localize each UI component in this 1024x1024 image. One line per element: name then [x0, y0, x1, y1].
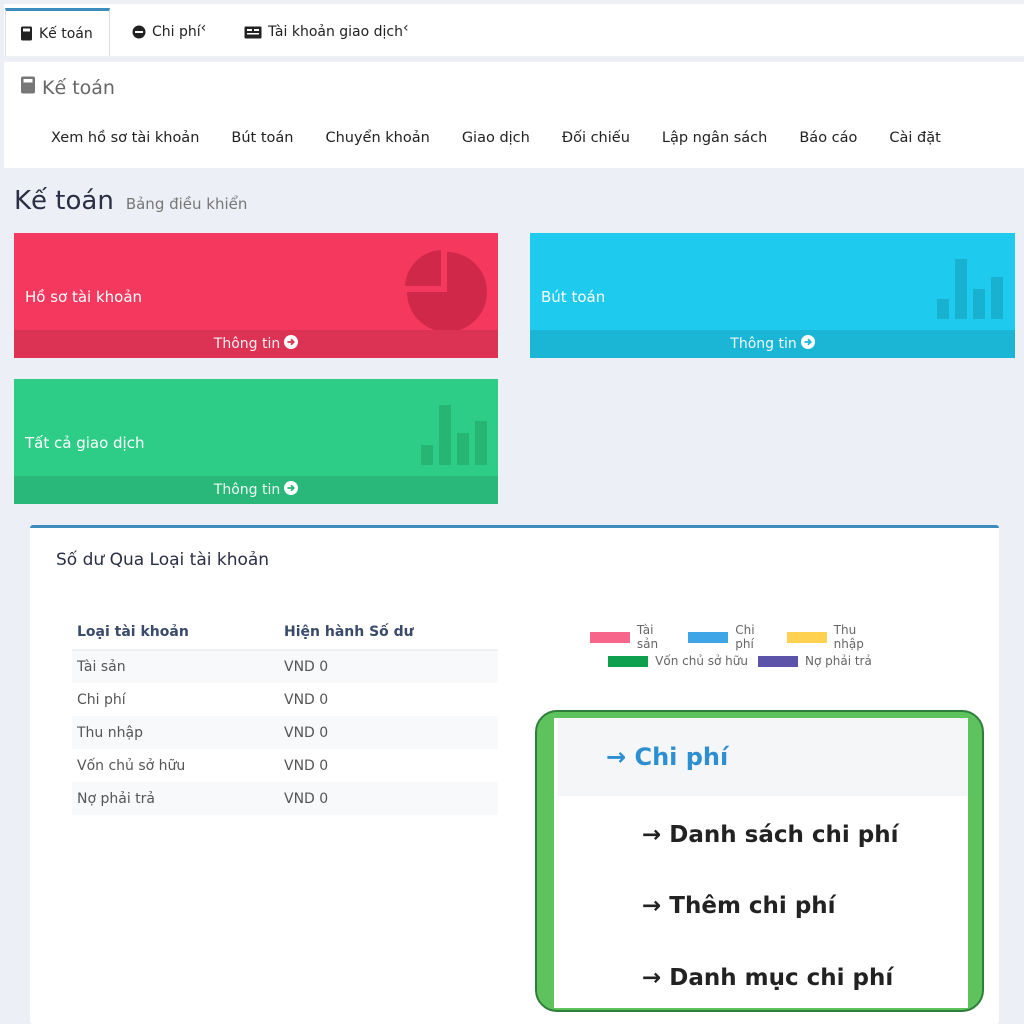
arrow-circle-right-icon — [800, 335, 815, 353]
legend-item[interactable]: Thu nhập — [786, 623, 890, 651]
tab-tai-khoan-giao-dich[interactable]: Tài khoản giao dịch ‹ — [230, 8, 423, 56]
menu-item-but-toan[interactable]: Bút toán — [231, 130, 293, 146]
tab-label: Kế toán — [39, 25, 93, 42]
tab-chi-phi[interactable]: Chi phí ‹ — [118, 8, 220, 56]
card-label: Tất cả giao dịch — [25, 434, 145, 452]
top-tab-bar: Kế toán Chi phí ‹ Tài khoản giao dịch ‹ — [0, 0, 1024, 56]
menu-item-bao-cao[interactable]: Báo cáo — [799, 130, 857, 146]
box-title: Số dư Qua Loại tài khoản — [56, 550, 270, 570]
card-label: Bút toán — [541, 288, 606, 306]
book-icon — [20, 76, 36, 99]
chi-phi-dropdown: → Chi phí → Danh sách chi phí → Thêm chi… — [535, 710, 984, 1012]
account-balance: VND 0 — [279, 782, 498, 815]
legend-item[interactable]: Vốn chủ sở hữu — [608, 654, 748, 668]
dropdown-panel: → Chi phí → Danh sách chi phí → Thêm chi… — [554, 718, 968, 1008]
page-title: Kế toán — [14, 186, 114, 216]
arrow-circle-right-icon — [284, 481, 299, 499]
account-type: Nợ phải trả — [72, 782, 279, 815]
module-header: Kế toán Xem hồ sơ tài khoản Bút toán Chu… — [4, 62, 1024, 168]
legend-item[interactable]: Nợ phải trả — [757, 654, 872, 668]
id-card-icon — [244, 26, 262, 39]
bar-chart-icon — [937, 259, 1003, 319]
card-footer-link[interactable]: Thông tin — [14, 330, 498, 358]
table-row: Thu nhập VND 0 — [72, 716, 498, 749]
page-heading: Kế toán Bảng điều khiển — [14, 186, 247, 216]
menu-item-giao-dich[interactable]: Giao dịch — [462, 130, 530, 146]
account-type: Chi phí — [77, 691, 126, 708]
legend-swatch — [590, 631, 630, 643]
column-header: Loại tài khoản — [72, 614, 279, 651]
tab-label: Chi phí — [152, 24, 201, 40]
module-menu: Xem hồ sơ tài khoản Bút toán Chuyển khoả… — [51, 130, 973, 146]
menu-item-chuyen-khoan[interactable]: Chuyển khoản — [325, 130, 429, 146]
module-title: Kế toán — [20, 76, 115, 99]
tab-label: Tài khoản giao dịch — [268, 24, 404, 40]
legend-swatch — [688, 631, 729, 643]
account-balance: VND 0 — [279, 650, 498, 683]
chevron-left-icon: ‹ — [200, 20, 207, 36]
chart-legend: Tài sản Chi phí Thu nhập Vốn chủ sở hữu … — [590, 623, 890, 673]
legend-item[interactable]: Chi phí — [688, 623, 776, 651]
pie-chart-icon — [405, 250, 487, 332]
menu-item-danh-muc-chi-phi[interactable]: → Danh mục chi phí — [642, 965, 893, 991]
account-type: Tài sản — [72, 650, 279, 683]
legend-item[interactable]: Tài sản — [590, 623, 678, 651]
menu-item-doi-chieu[interactable]: Đối chiếu — [562, 130, 630, 146]
account-balance: VND 0 — [284, 691, 329, 708]
account-balance: VND 0 — [279, 716, 498, 749]
card-label: Hồ sơ tài khoản — [25, 288, 143, 306]
chevron-left-icon: ‹ — [403, 20, 409, 36]
legend-swatch — [786, 631, 827, 643]
card-footer-link[interactable]: Thông tin — [14, 476, 498, 504]
dropdown-head-chi-phi[interactable]: → Chi phí — [558, 718, 968, 796]
menu-item-danh-sach-chi-phi[interactable]: → Danh sách chi phí — [642, 822, 899, 848]
card-but-toan[interactable]: Bút toán Thông tin — [530, 233, 1015, 358]
table-row: Tài sản VND 0 — [72, 650, 498, 683]
table-row: Vốn chủ sở hữu VND 0 — [72, 749, 498, 782]
card-footer-link[interactable]: Thông tin — [530, 330, 1015, 358]
table-row: Nợ phải trả VND 0 — [72, 782, 498, 815]
menu-item-lap-ngan-sach[interactable]: Lập ngân sách — [662, 130, 767, 146]
card-tat-ca-giao-dich[interactable]: Tất cả giao dịch Thông tin — [14, 379, 498, 504]
legend-swatch — [757, 655, 798, 667]
account-balance: VND 0 — [284, 757, 329, 774]
page-subtitle: Bảng điều khiển — [125, 195, 248, 213]
menu-item-them-chi-phi[interactable]: → Thêm chi phí — [642, 893, 836, 919]
menu-item-xem-ho-so[interactable]: Xem hồ sơ tài khoản — [51, 130, 199, 146]
minus-circle-icon — [132, 25, 146, 39]
arrow-circle-right-icon — [284, 335, 299, 353]
tab-ke-toan[interactable]: Kế toán — [5, 8, 110, 56]
account-type: Thu nhập — [72, 716, 279, 749]
table-row: Chi phí VND 0 — [72, 683, 498, 716]
book-icon — [20, 26, 33, 41]
menu-item-cai-dat[interactable]: Cài đặt — [889, 130, 940, 146]
legend-swatch — [608, 655, 649, 667]
balance-table: Loại tài khoản Hiện hành Số dư Tài sản V… — [72, 614, 498, 815]
table-header-row: Loại tài khoản Hiện hành Số dư — [72, 614, 498, 651]
bar-chart-icon — [421, 405, 487, 465]
column-header: Hiện hành Số dư — [279, 614, 498, 651]
card-ho-so-tai-khoan[interactable]: Hồ sơ tài khoản Thông tin — [14, 233, 498, 358]
account-type: Vốn chủ sở hữu — [77, 757, 186, 774]
